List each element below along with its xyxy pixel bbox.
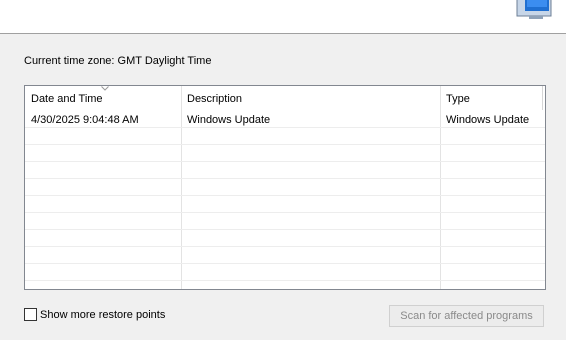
- show-more-restore-points-label[interactable]: Show more restore points: [40, 309, 165, 321]
- row-gridline: [25, 161, 545, 162]
- table-row-description[interactable]: Windows Update: [187, 114, 270, 126]
- row-gridline: [25, 212, 545, 213]
- column-header-date-time[interactable]: Date and Time: [25, 86, 181, 110]
- checkbox-box[interactable]: [24, 308, 37, 321]
- system-restore-monitor-icon: [516, 0, 552, 19]
- table-row-date-time[interactable]: 4/30/2025 9:04:48 AM: [31, 114, 139, 126]
- row-gridline: [25, 144, 545, 145]
- row-gridline: [25, 229, 545, 230]
- show-more-restore-points-checkbox[interactable]: Show more restore points: [24, 307, 165, 322]
- row-gridline: [25, 178, 545, 179]
- row-gridline: [25, 127, 545, 128]
- sort-descending-icon: [101, 86, 109, 91]
- current-timezone-label: Current time zone: GMT Daylight Time: [24, 55, 212, 67]
- row-gridline: [25, 246, 545, 247]
- column-header-label: Date and Time: [31, 93, 103, 105]
- header-divider: [0, 33, 566, 34]
- column-header-description[interactable]: Description: [181, 86, 440, 110]
- row-gridline: [25, 195, 545, 196]
- column-divider: [440, 86, 441, 289]
- header-band: [0, 0, 566, 33]
- column-divider: [542, 86, 543, 110]
- restore-points-list[interactable]: Date and Time Description Type 4/30/2025…: [24, 85, 546, 290]
- scan-affected-programs-button[interactable]: Scan for affected programs: [389, 305, 544, 327]
- column-header-label: Type: [446, 93, 470, 105]
- column-divider: [181, 86, 182, 289]
- column-header-type[interactable]: Type: [440, 86, 542, 110]
- table-row-type[interactable]: Windows Update: [446, 114, 529, 126]
- row-gridline: [25, 280, 545, 281]
- row-gridline: [25, 263, 545, 264]
- column-header-label: Description: [187, 93, 243, 105]
